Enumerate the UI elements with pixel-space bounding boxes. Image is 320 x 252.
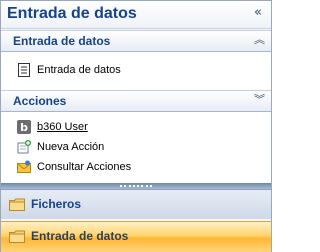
envelope-icon (17, 160, 31, 174)
collapse-group-icon[interactable]: ︽ (254, 34, 265, 46)
item-label: Nueva Acción (37, 141, 105, 153)
group-title: Entrada de datos (13, 34, 111, 48)
item-b360-user[interactable]: b b360 User (1, 117, 271, 137)
splitter-grip (120, 184, 152, 187)
item-label: b360 User (37, 121, 88, 133)
nav-label: Ficheros (31, 197, 82, 211)
item-label: Entrada de datos (37, 64, 121, 76)
group-entrada-de-datos: Entrada de datos ︽ Entrada de datos (1, 30, 271, 90)
nav-label: Entrada de datos (31, 229, 129, 243)
item-consultar-acciones[interactable]: Consultar Acciones (1, 157, 271, 177)
group-body: b b360 User Nueva Acción Consultar Accio… (1, 112, 271, 183)
pane-header: Entrada de datos « (1, 1, 271, 29)
folder-icon (9, 198, 25, 211)
group-acciones: Acciones ︾ b b360 User Nueva Acción Cons… (1, 90, 271, 183)
pane-title: Entrada de datos (7, 5, 137, 22)
group-title: Acciones (13, 94, 67, 108)
b360-icon: b (17, 120, 31, 134)
group-body: Entrada de datos (1, 52, 271, 90)
item-entrada-de-datos[interactable]: Entrada de datos (1, 60, 271, 80)
navigation-pane: Entrada de datos « Entrada de datos ︽ En… (0, 0, 272, 252)
nav-button-entrada-de-datos[interactable]: Entrada de datos (1, 221, 271, 252)
collapse-pane-button[interactable]: « (251, 6, 265, 20)
expand-group-icon[interactable]: ︾ (254, 94, 265, 106)
svg-text:b: b (20, 121, 28, 134)
document-icon (17, 63, 31, 77)
group-header-entrada-de-datos[interactable]: Entrada de datos ︽ (1, 30, 271, 52)
nav-button-ficheros[interactable]: Ficheros (1, 189, 271, 219)
new-action-icon (17, 140, 31, 154)
folder-icon (9, 230, 25, 243)
group-header-acciones[interactable]: Acciones ︾ (1, 90, 271, 112)
item-label: Consultar Acciones (37, 161, 132, 173)
item-nueva-accion[interactable]: Nueva Acción (1, 137, 271, 157)
